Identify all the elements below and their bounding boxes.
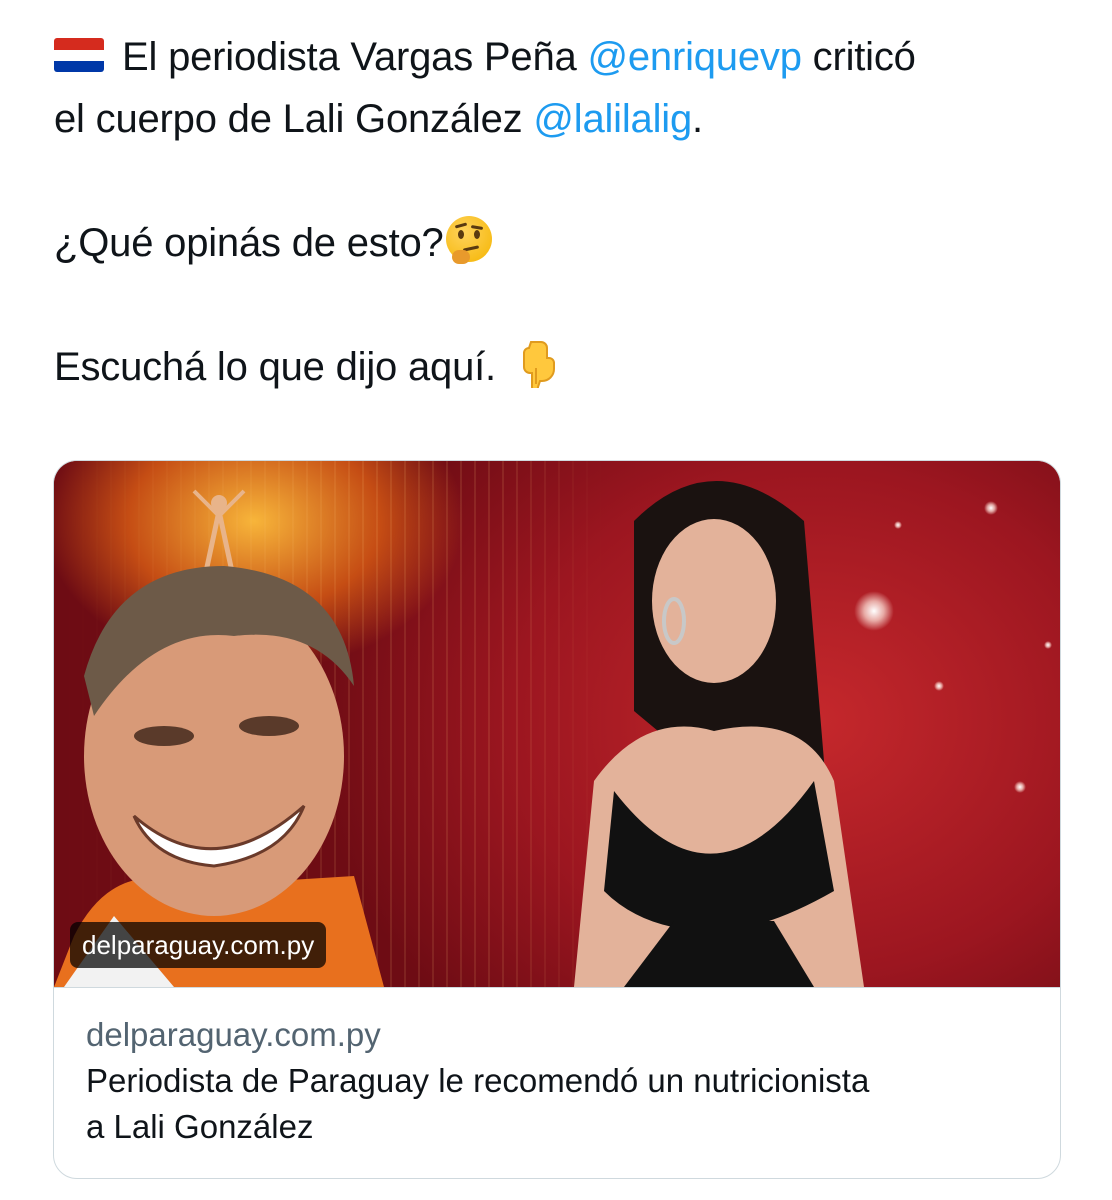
tweet-question-text: ¿Qué opinás de esto? (54, 221, 444, 265)
tweet-line-listen: Escuchá lo que dijo aquí. (54, 336, 1064, 398)
tweet-line-2: el cuerpo de Lali González @lalilalig. (54, 88, 1064, 150)
link-preview-card[interactable]: delparaguay.com.py delparaguay.com.py Pe… (53, 460, 1061, 1179)
card-title[interactable]: Periodista de Paraguay le recomendó un n… (86, 1058, 886, 1150)
woman-photo (574, 481, 864, 987)
tweet-line-question: ¿Qué opinás de esto? (54, 212, 1064, 274)
card-domain: delparaguay.com.py (86, 1016, 381, 1053)
paraguay-flag-icon (54, 38, 104, 73)
card-footer[interactable]: delparaguay.com.py Periodista de Paragua… (54, 987, 1060, 1150)
tweet-text: El periodista Vargas Peña @enriquevp cri… (54, 26, 1064, 398)
image-domain-badge: delparaguay.com.py (70, 922, 327, 968)
tweet-listen-text: Escuchá lo que dijo aquí. (54, 345, 496, 389)
mention-enriquevp-link[interactable]: @enriquevp (587, 35, 801, 79)
pointing-down-icon (517, 338, 557, 392)
tweet-text-part: El periodista Vargas Peña (122, 35, 588, 79)
tweet-text-part: criticó (801, 35, 916, 79)
mention-lalilalig-link[interactable]: @lalilalig (533, 97, 692, 141)
card-image[interactable]: delparaguay.com.py (54, 461, 1060, 987)
tweet-line-1: El periodista Vargas Peña @enriquevp cri… (54, 26, 1064, 88)
thinking-face-icon (445, 216, 492, 265)
tweet-text-part: el cuerpo de Lali González (54, 97, 534, 141)
tweet-text-part: . (692, 97, 703, 141)
